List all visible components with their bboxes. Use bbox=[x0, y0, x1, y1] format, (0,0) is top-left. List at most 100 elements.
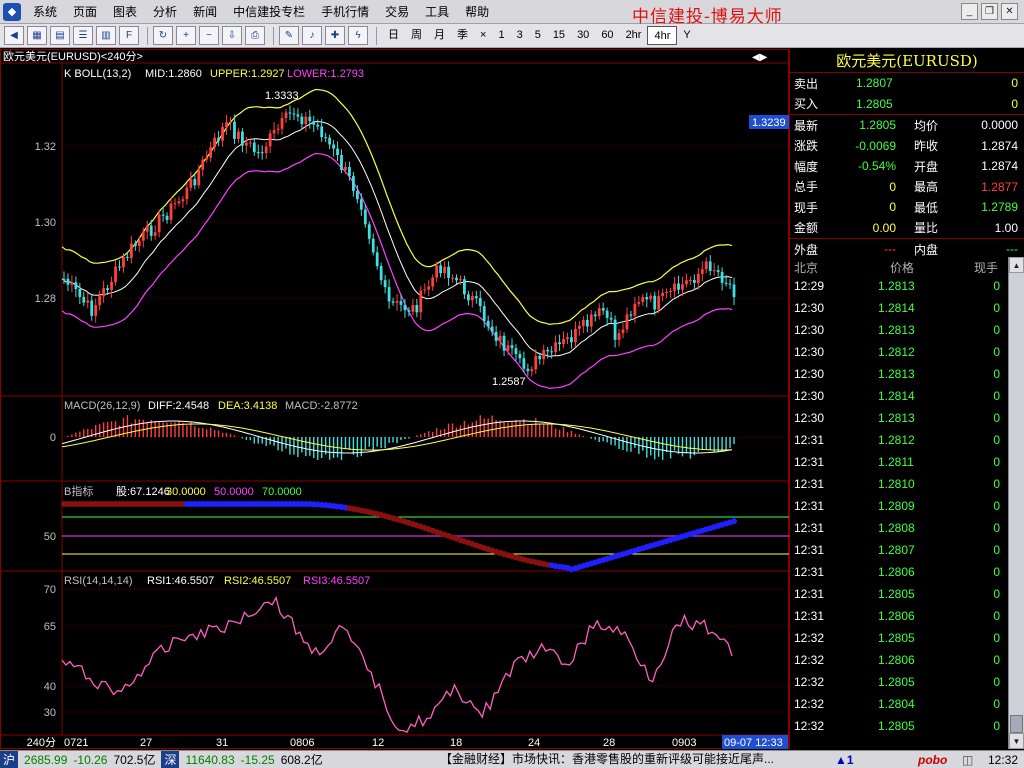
period-button-4[interactable]: × bbox=[474, 26, 492, 45]
candle-body bbox=[486, 320, 490, 327]
period-button-1[interactable]: 周 bbox=[405, 26, 428, 45]
candle-body bbox=[98, 296, 102, 306]
list-icon[interactable]: ☰ bbox=[73, 26, 93, 45]
candle-body bbox=[589, 314, 593, 327]
kline-chart[interactable]: 欧元美元(EURUSD)<240分> ◀▶ 1.32 1.30 1.28 1.3333 1.… bbox=[0, 49, 789, 749]
candle-body bbox=[221, 127, 224, 141]
candle-body bbox=[451, 277, 454, 279]
close-icon[interactable]: ✕ bbox=[1001, 3, 1018, 20]
candle-body bbox=[153, 232, 157, 236]
menu-item-7[interactable]: 交易 bbox=[377, 0, 417, 24]
menu-item-0[interactable]: 系统 bbox=[25, 0, 65, 24]
candle-body bbox=[332, 144, 335, 149]
back-icon[interactable]: ◀ bbox=[4, 26, 24, 45]
macd-dea-label: DEA:3.4138 bbox=[218, 400, 277, 412]
candle-body bbox=[482, 306, 486, 321]
period-button-3[interactable]: 季 bbox=[451, 26, 474, 45]
tick-price: 1.2806 bbox=[878, 565, 915, 579]
tick-row: 12:32 1.2806 0 bbox=[790, 649, 1024, 671]
period-button-7[interactable]: 5 bbox=[529, 26, 547, 45]
menu-item-8[interactable]: 工具 bbox=[417, 0, 457, 24]
chart-area[interactable]: 欧元美元(EURUSD)<240分> ◀▶ 1.32 1.30 1.28 1.3333 1.… bbox=[0, 49, 790, 749]
period-button-2[interactable]: 月 bbox=[428, 26, 451, 45]
edit-icon[interactable]: ✎ bbox=[279, 26, 299, 45]
quote-value: 1.2805 bbox=[859, 118, 896, 133]
tick-row: 12:31 1.2806 0 bbox=[790, 561, 1024, 583]
tick-scrollbar[interactable]: ▲ ▼ bbox=[1008, 257, 1024, 749]
tick-volume: 0 bbox=[993, 697, 1000, 711]
candle-body bbox=[352, 176, 355, 191]
export-icon[interactable]: ⇩ bbox=[222, 26, 242, 45]
candle-body bbox=[526, 368, 530, 372]
x-tick-label: 0806 bbox=[290, 737, 314, 749]
tools-icon[interactable]: ✚ bbox=[325, 26, 345, 45]
sell-label: 卖出 bbox=[794, 76, 819, 91]
candle-body bbox=[145, 225, 149, 232]
tick-volume: 0 bbox=[993, 345, 1000, 359]
app-icon[interactable]: ◆ bbox=[3, 2, 21, 21]
candle-body bbox=[558, 342, 561, 345]
menu-item-3[interactable]: 分析 bbox=[145, 0, 185, 24]
candle-body bbox=[264, 146, 268, 154]
period-button-11[interactable]: 2hr bbox=[620, 26, 648, 45]
candle-body bbox=[344, 167, 347, 170]
candle-body bbox=[348, 167, 351, 177]
tick-time: 12:32 bbox=[794, 653, 825, 667]
period-button-6[interactable]: 3 bbox=[511, 26, 529, 45]
tick-volume: 0 bbox=[993, 521, 1000, 535]
news-ticker[interactable]: 【金融财经】市场快讯：香港零售股的重新评级可能接近尾声... bbox=[440, 751, 830, 768]
menu-item-6[interactable]: 手机行情 bbox=[313, 0, 377, 24]
refresh-icon[interactable]: ↻ bbox=[153, 26, 173, 45]
minimize-icon[interactable]: _ bbox=[961, 3, 978, 20]
quote-value: 0 bbox=[889, 179, 896, 194]
candle-body bbox=[244, 142, 248, 146]
candle-body bbox=[574, 328, 577, 343]
candle-body bbox=[74, 282, 78, 290]
scroll-thumb[interactable] bbox=[1010, 715, 1023, 733]
menu-item-5[interactable]: 中信建投专栏 bbox=[225, 0, 313, 24]
zoom-out-icon[interactable]: − bbox=[199, 26, 219, 45]
candle-body bbox=[157, 214, 161, 233]
menu-item-9[interactable]: 帮助 bbox=[457, 0, 497, 24]
zoom-in-icon[interactable]: + bbox=[176, 26, 196, 45]
buy-price: 1.2805 bbox=[856, 96, 893, 111]
boll-indicator-label: K BOLL(13,2) bbox=[64, 68, 131, 80]
grid-icon[interactable]: ▦ bbox=[27, 26, 47, 45]
tick-row: 12:30 1.2813 0 bbox=[790, 363, 1024, 385]
tick-price: 1.2814 bbox=[878, 301, 915, 315]
candle-body bbox=[367, 224, 371, 239]
alarm-icon[interactable]: ♪ bbox=[302, 26, 322, 45]
period-button-13[interactable]: Y bbox=[677, 26, 696, 45]
candle-body bbox=[122, 256, 125, 268]
menu-item-4[interactable]: 新闻 bbox=[185, 0, 225, 24]
candle-body bbox=[534, 355, 538, 370]
lightning-icon[interactable]: ϟ bbox=[348, 26, 368, 45]
candle-body bbox=[181, 199, 185, 202]
quote-value-2: 1.00 bbox=[994, 220, 1018, 235]
period-button-0[interactable]: 日 bbox=[382, 26, 405, 45]
period-button-10[interactable]: 60 bbox=[595, 26, 619, 45]
period-button-8[interactable]: 15 bbox=[547, 26, 571, 45]
scroll-up-icon[interactable]: ▲ bbox=[1009, 257, 1024, 273]
candle-body bbox=[478, 298, 482, 307]
tick-list[interactable]: 北京 价格 现手 12:29 1.2813 0 12:30 1.2814 0 12:30 1.… bbox=[790, 257, 1024, 737]
period-button-12[interactable]: 4hr bbox=[647, 26, 678, 45]
tick-price: 1.2812 bbox=[878, 433, 915, 447]
rsi3-label: RSI3:46.5507 bbox=[303, 575, 370, 587]
menu-item-2[interactable]: 图表 bbox=[105, 0, 145, 24]
alert-count[interactable]: ▲1 bbox=[835, 753, 854, 767]
scroll-down-icon[interactable]: ▼ bbox=[1009, 733, 1024, 749]
candle-body bbox=[94, 305, 98, 316]
quote-row: 最新 1.2805 均价 0.0000 bbox=[790, 115, 1024, 136]
period-button-5[interactable]: 1 bbox=[492, 26, 510, 45]
print-icon[interactable]: ⎙ bbox=[245, 26, 265, 45]
x-tick-label: 0721 bbox=[64, 737, 88, 749]
table-icon[interactable]: ▥ bbox=[96, 26, 116, 45]
candle-body bbox=[229, 121, 232, 123]
menu-item-1[interactable]: 页面 bbox=[65, 0, 105, 24]
restore-icon[interactable]: ❐ bbox=[981, 3, 998, 20]
tick-price: 1.2811 bbox=[878, 455, 914, 469]
period-button-9[interactable]: 30 bbox=[571, 26, 595, 45]
chart-icon[interactable]: ▤ bbox=[50, 26, 70, 45]
f10-icon[interactable]: F bbox=[119, 26, 139, 45]
